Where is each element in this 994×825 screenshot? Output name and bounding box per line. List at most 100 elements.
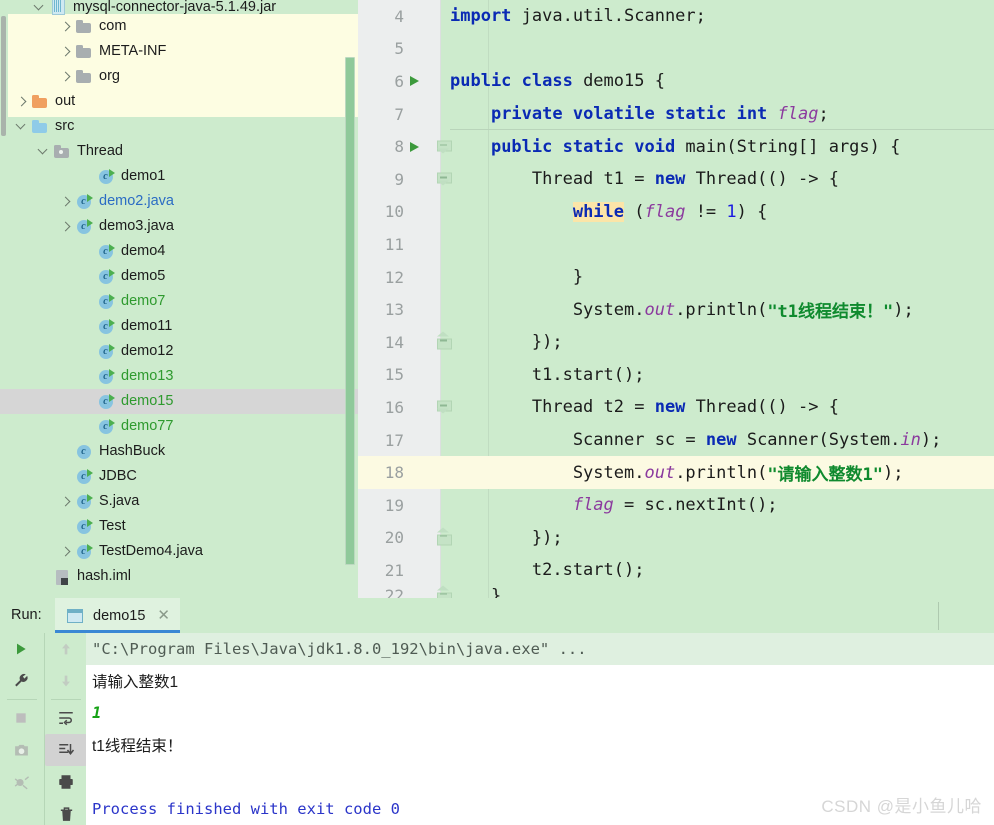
tree-row-label: HashBuck [99,444,165,459]
chevron-right-icon[interactable] [59,495,72,508]
tree-row-test[interactable]: cTest [0,514,358,539]
chevron-right-icon[interactable] [59,20,72,33]
close-icon[interactable]: ✕ [157,608,170,623]
tree-row-thread[interactable]: Thread [0,139,358,164]
chevron-right-icon[interactable] [59,545,72,558]
scroll-to-end-icon[interactable] [45,734,87,766]
chevron-down-icon[interactable] [37,145,50,158]
editor-line-20[interactable]: 20 }); [358,522,994,555]
tree-row-demo11[interactable]: c demo11 [0,314,358,339]
tree-row-demo13[interactable]: cdemo13 [0,364,358,389]
tree-row-demo3-java[interactable]: cdemo3.java [0,214,358,239]
chevron-right-icon[interactable] [59,220,72,233]
folder-gray [75,18,93,36]
chevron-right-icon[interactable] [59,45,72,58]
tree-indent [0,326,81,327]
tree-scrollbar[interactable] [345,57,355,565]
editor-line-9[interactable]: 9 Thread t1 = new Thread(() -> { [358,163,994,196]
tree-row-s-java[interactable]: cS.java [0,489,358,514]
run-right-toolbar[interactable] [44,633,86,825]
dump-threads-icon[interactable] [0,766,42,798]
chevron-right-icon[interactable] [59,70,72,83]
run-tool-window[interactable]: Run: demo15 ✕ "C:\Program Files\Java\jdk… [0,598,994,825]
editor-lines[interactable]: 4import java.util.Scanner;56public class… [358,0,994,598]
tree-row-hash-iml[interactable]: hash.iml [0,564,358,589]
chevron-right-icon[interactable] [15,95,28,108]
fold-marker[interactable] [437,531,450,544]
tree-row-label: TestDemo4.java [99,544,203,559]
tree-row-label: demo7 [121,294,165,309]
fold-marker[interactable] [437,401,450,414]
editor-line-15[interactable]: 15 t1.start(); [358,359,994,392]
tree-scrollbar-secondary[interactable] [1,16,6,136]
editor-line-21[interactable]: 21 t2.start(); [358,554,994,587]
editor-line-18[interactable]: 18 System.out.println("请输入整数1"); [358,456,994,489]
next-occurrence-icon[interactable] [45,665,87,697]
edit-config-icon[interactable] [0,665,42,697]
run-badge [87,469,93,477]
tree-row-demo4[interactable]: cdemo4 [0,239,358,264]
tree-row-label: demo12 [121,344,173,359]
rerun-icon[interactable] [0,633,42,665]
run-left-toolbar[interactable] [0,633,44,825]
tree-row-demo15[interactable]: cdemo15 [0,389,358,414]
tree-row-demo12[interactable]: cdemo12 [0,339,358,364]
editor-line-5[interactable]: 5 [358,33,994,66]
editor-line-6[interactable]: 6public class demo15 { [358,65,994,98]
editor-line-19[interactable]: 19 flag = sc.nextInt(); [358,489,994,522]
run-gutter-icon[interactable] [410,142,419,152]
tree-row-demo77[interactable]: cdemo77 [0,414,358,439]
project-tree-list[interactable]: mysql-connector-java-5.1.49.jarcomMETA-I… [0,0,358,589]
chevron-down-icon[interactable] [15,120,28,133]
tree-row-label: demo11 [121,319,172,334]
tree-indent [0,351,81,352]
tree-row-demo7[interactable]: cdemo7 [0,289,358,314]
run-badge [109,169,115,177]
editor-line-10[interactable]: 10 while (flag != 1) { [358,196,994,229]
tree-row-testdemo4-java[interactable]: cTestDemo4.java [0,539,358,564]
editor-line-7[interactable]: 7 private volatile static int flag; [358,98,994,131]
class-run-icon: c [97,318,115,336]
run-tab-demo15[interactable]: demo15 ✕ [55,598,180,633]
project-tree-panel[interactable]: mysql-connector-java-5.1.49.jarcomMETA-I… [0,0,358,598]
chevron-right-icon[interactable] [59,195,72,208]
tree-row-hashbuck[interactable]: cHashBuck [0,439,358,464]
print-icon[interactable] [45,766,87,798]
clear-all-icon[interactable] [45,798,87,825]
console-line [86,761,994,793]
fold-marker[interactable] [437,173,450,186]
tree-spacer [81,170,94,183]
screenshot-icon[interactable] [0,734,42,766]
token: }); [450,528,563,548]
editor-line-13[interactable]: 13 System.out.println("t1线程结束！"); [358,293,994,326]
token: Thread t1 = [450,169,655,189]
editor-line-4[interactable]: 4import java.util.Scanner; [358,0,994,33]
editor-line-8[interactable]: 8 public static void main(String[] args)… [358,130,994,163]
tree-row-demo1[interactable]: cdemo1 [0,164,358,189]
soft-wrap-icon[interactable] [45,702,87,734]
editor-line-11[interactable]: 11 [358,228,994,261]
run-gutter-icon[interactable] [410,76,419,86]
fold-marker[interactable] [437,589,450,598]
tree-row-mysql-connector-java-5-1-49-jar[interactable]: mysql-connector-java-5.1.49.jar [0,0,358,14]
fold-marker[interactable] [437,140,450,153]
tree-row-org[interactable]: org [0,64,358,89]
tree-row-src[interactable]: src [0,114,358,139]
prev-occurrence-icon[interactable] [45,633,87,665]
tree-row-out[interactable]: out [0,89,358,114]
editor-line-16[interactable]: 16 Thread t2 = new Thread(() -> { [358,391,994,424]
tree-row-demo5[interactable]: cdemo5 [0,264,358,289]
stop-icon[interactable] [0,702,42,734]
chevron-down-icon[interactable] [33,1,46,14]
tree-row-com[interactable]: com [0,14,358,39]
code-editor[interactable]: 4import java.util.Scanner;56public class… [358,0,994,598]
editor-line-22[interactable]: 22 } [358,587,994,598]
editor-line-14[interactable]: 14 }); [358,326,994,359]
token: }); [450,332,563,352]
fold-marker[interactable] [437,336,450,349]
editor-line-17[interactable]: 17 Scanner sc = new Scanner(System.in); [358,424,994,457]
tree-row-demo2-java[interactable]: cdemo2.java [0,189,358,214]
tree-row-jdbc[interactable]: cJDBC [0,464,358,489]
editor-line-12[interactable]: 12 } [358,261,994,294]
tree-row-meta-inf[interactable]: META-INF [0,39,358,64]
